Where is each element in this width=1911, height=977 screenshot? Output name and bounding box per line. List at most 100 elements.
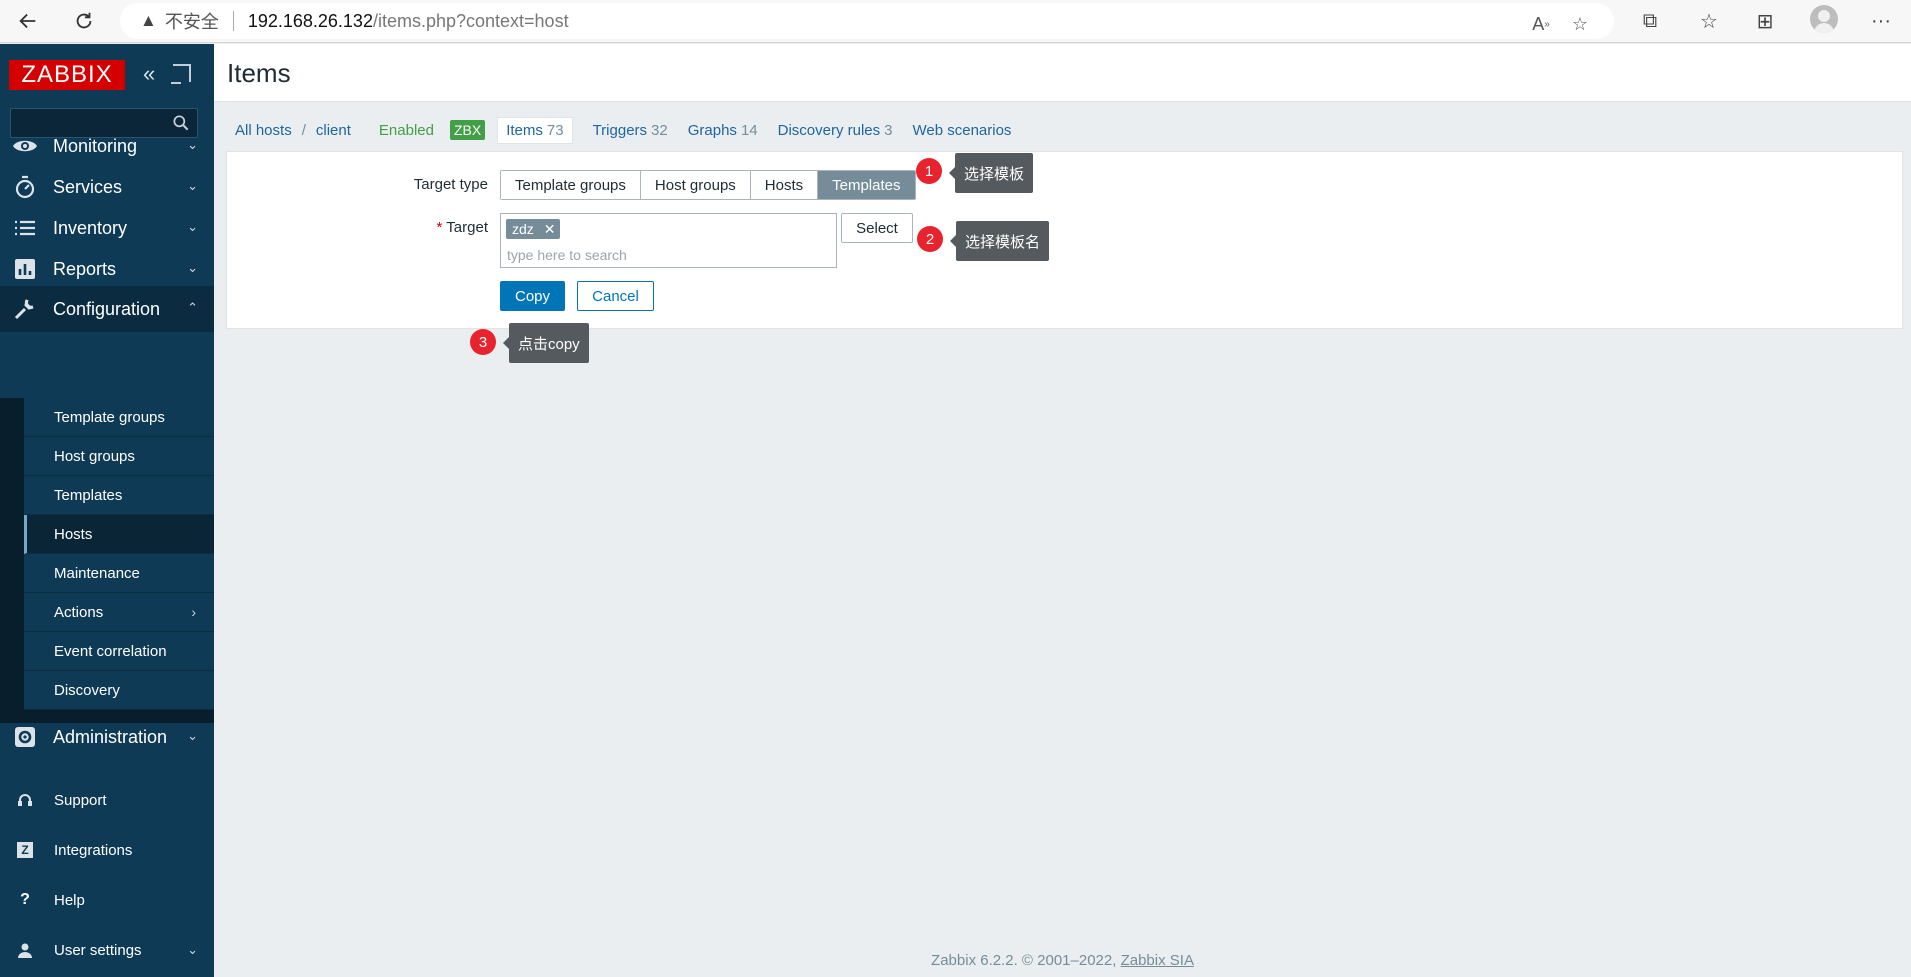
remove-chip-icon[interactable]: ✕ bbox=[544, 221, 556, 238]
submenu-label: Actions bbox=[54, 603, 104, 621]
more-menu-icon[interactable]: ··· bbox=[1864, 4, 1898, 38]
chevron-down-icon: ⌄ bbox=[187, 178, 198, 193]
headset-icon bbox=[14, 789, 36, 811]
menu-inventory[interactable]: Inventory ⌄ bbox=[0, 205, 214, 251]
target-type-template-groups[interactable]: Template groups bbox=[501, 171, 641, 199]
selected-target-chip: zdz ✕ bbox=[506, 219, 560, 239]
chevron-down-icon: ⌄ bbox=[187, 942, 198, 957]
tab-discovery-rules[interactable]: Discovery rules 3 bbox=[778, 122, 893, 139]
menu-user-settings[interactable]: User settings ⌄ bbox=[0, 927, 214, 973]
submenu-discovery[interactable]: Discovery bbox=[24, 671, 214, 710]
cancel-button[interactable]: Cancel bbox=[577, 281, 654, 311]
collections-icon[interactable]: ⊞ bbox=[1748, 4, 1782, 38]
submenu-templates[interactable]: Templates bbox=[24, 476, 214, 515]
tab-count: 14 bbox=[740, 121, 758, 139]
select-button[interactable]: Select bbox=[841, 213, 913, 243]
required-marker: * bbox=[436, 219, 443, 236]
bottom-label: User settings bbox=[54, 941, 142, 959]
favorites-icon[interactable]: ☆ bbox=[1692, 4, 1726, 38]
tab-count: 73 bbox=[546, 121, 564, 139]
footer-link[interactable]: Zabbix SIA bbox=[1121, 952, 1194, 969]
submenu-template-groups[interactable]: Template groups bbox=[24, 398, 214, 437]
tab-triggers[interactable]: Triggers 32 bbox=[593, 122, 668, 139]
chevron-up-icon: ⌃ bbox=[187, 300, 198, 315]
stopwatch-icon bbox=[11, 173, 39, 201]
menu-support[interactable]: Support bbox=[0, 777, 214, 823]
insecure-label: 不安全 bbox=[164, 12, 219, 32]
menu-label: Administration bbox=[53, 726, 168, 747]
annotation-number: 3 bbox=[470, 329, 496, 355]
target-search-input[interactable] bbox=[507, 245, 827, 265]
menu-help[interactable]: ? Help bbox=[0, 877, 214, 923]
chip-label: zdz bbox=[512, 221, 534, 237]
list-icon bbox=[11, 214, 39, 242]
submenu-host-groups[interactable]: Host groups bbox=[24, 437, 214, 476]
breadcrumb-host[interactable]: client bbox=[316, 122, 351, 139]
menu-integrations[interactable]: Z Integrations bbox=[0, 827, 214, 873]
tab-graphs[interactable]: Graphs 14 bbox=[688, 122, 758, 139]
chevron-right-icon: › bbox=[191, 604, 196, 620]
chevron-down-icon: ⌄ bbox=[187, 728, 198, 743]
user-icon bbox=[14, 939, 36, 961]
kiosk-mode-icon[interactable] bbox=[171, 64, 191, 84]
menu-services[interactable]: Services ⌄ bbox=[0, 164, 214, 210]
profile-avatar[interactable] bbox=[1810, 5, 1838, 33]
target-type-host-groups[interactable]: Host groups bbox=[640, 171, 751, 199]
question-icon: ? bbox=[20, 891, 30, 908]
annotation-number: 1 bbox=[916, 158, 942, 184]
zbx-availability-badge: ZBX bbox=[449, 120, 486, 140]
reload-icon bbox=[76, 12, 92, 29]
configuration-submenu: Template groups Host groups Templates Ho… bbox=[0, 398, 214, 723]
menu-configuration[interactable]: Configuration ⌃ bbox=[0, 286, 214, 332]
menu-administration[interactable]: Administration ⌄ bbox=[0, 714, 214, 760]
gear-icon bbox=[11, 723, 39, 751]
read-aloud-icon[interactable]: A» bbox=[1526, 9, 1556, 39]
url-path: /items.php?context=host bbox=[372, 10, 569, 31]
menu-label: Monitoring bbox=[53, 135, 138, 156]
tab-items[interactable]: Items 73 bbox=[497, 116, 573, 144]
collapse-sidebar-icon[interactable]: « bbox=[143, 62, 163, 86]
annotation-number: 2 bbox=[917, 226, 943, 252]
target-label: * Target bbox=[380, 219, 488, 236]
tab-label: Items bbox=[506, 121, 543, 139]
warning-icon: ▲ bbox=[140, 11, 157, 30]
menu-monitoring[interactable]: Monitoring ⌄ bbox=[0, 123, 214, 169]
favorite-add-icon[interactable]: ☆ bbox=[1565, 9, 1595, 39]
menu-label: Reports bbox=[53, 258, 117, 279]
chevron-down-icon: ⌄ bbox=[187, 260, 198, 275]
target-type-hosts[interactable]: Hosts bbox=[750, 171, 819, 199]
tab-web-scenarios[interactable]: Web scenarios bbox=[913, 122, 1012, 139]
target-type-label: Target type bbox=[413, 176, 488, 193]
footer-text: Zabbix 6.2.2. © 2001–2022, bbox=[931, 952, 1121, 969]
page-footer: Zabbix 6.2.2. © 2001–2022, Zabbix SIA bbox=[214, 952, 1911, 969]
annotation-callout: 选择模板名 bbox=[949, 221, 1050, 261]
submenu-event-correlation[interactable]: Event correlation bbox=[24, 632, 214, 671]
annotation-callout: 选择模板 bbox=[948, 153, 1034, 193]
menu-label: Configuration bbox=[53, 298, 161, 319]
bottom-label: Support bbox=[54, 791, 107, 809]
address-bar[interactable]: ▲ 不安全 192.168.26.132/items.php?context=h… bbox=[120, 3, 1614, 39]
menu-label: Services bbox=[53, 176, 123, 197]
tab-label: Graphs bbox=[687, 121, 737, 139]
submenu-hosts[interactable]: Hosts bbox=[24, 515, 214, 554]
extensions-icon[interactable]: ⧉ bbox=[1633, 4, 1667, 38]
submenu-maintenance[interactable]: Maintenance bbox=[24, 554, 214, 593]
host-status[interactable]: Enabled bbox=[379, 122, 434, 139]
copy-button[interactable]: Copy bbox=[500, 281, 565, 311]
reload-button[interactable] bbox=[66, 3, 102, 39]
z-icon: Z bbox=[17, 842, 33, 858]
bar-chart-icon bbox=[11, 255, 39, 283]
host-navigation: All hosts / client Enabled ZBX Items 73 T… bbox=[235, 116, 1011, 144]
page-title: Items bbox=[227, 58, 291, 88]
submenu-actions[interactable]: Actions › bbox=[24, 593, 214, 632]
target-type-templates[interactable]: Templates bbox=[818, 171, 915, 199]
zabbix-logo[interactable]: ZABBIX bbox=[9, 60, 125, 90]
bottom-label: Help bbox=[54, 891, 85, 909]
browser-toolbar: ▲ 不安全 192.168.26.132/items.php?context=h… bbox=[0, 0, 1911, 43]
target-multiselect[interactable]: zdz ✕ bbox=[500, 213, 837, 268]
back-button[interactable] bbox=[10, 3, 46, 39]
tab-label: Discovery rules bbox=[777, 121, 881, 139]
breadcrumb-all-hosts[interactable]: All hosts bbox=[235, 122, 292, 139]
tab-label: Triggers bbox=[592, 121, 648, 139]
sidebar: ZABBIX « Monitoring ⌄ Services ⌄ Invento… bbox=[0, 44, 214, 977]
